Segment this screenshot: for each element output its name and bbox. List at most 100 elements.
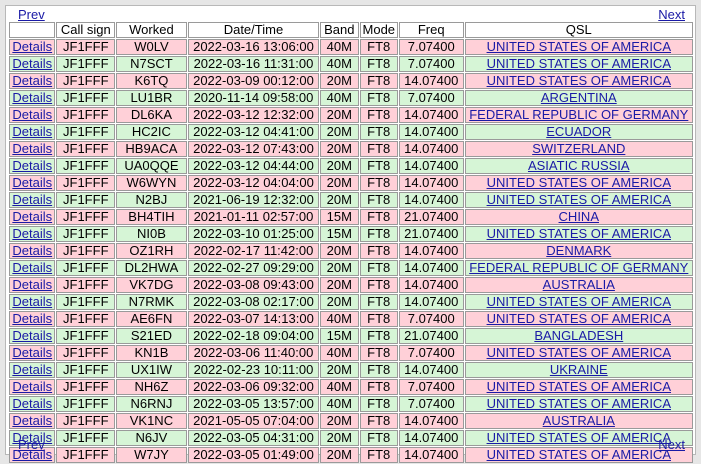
details-link[interactable]: Details — [12, 278, 52, 292]
table-row: Details JF1FFF NH6Z 2022-03-06 09:32:00 40M F… — [9, 379, 693, 395]
band-cell: 40M — [320, 345, 359, 361]
band-cell: 20M — [320, 243, 359, 259]
details-link[interactable]: Details — [12, 40, 52, 54]
details-link[interactable]: Details — [12, 397, 52, 411]
call-sign-cell: JF1FFF — [56, 345, 116, 361]
mode-cell: FT8 — [359, 124, 398, 140]
details-link[interactable]: Details — [12, 295, 52, 309]
details-link[interactable]: Details — [12, 57, 52, 71]
prev-link-bottom[interactable]: Prev — [18, 437, 45, 453]
qsl-link[interactable]: UNITED STATES OF AMERICA — [487, 57, 671, 71]
details-cell: Details — [9, 73, 56, 89]
qsl-link[interactable]: UNITED STATES OF AMERICA — [487, 295, 671, 309]
details-cell: Details — [9, 328, 56, 344]
mode-cell: FT8 — [359, 243, 398, 259]
table-header-row: Call sign Worked Date/Time Band Mode Fre… — [9, 22, 693, 38]
worked-cell: N6RNJ — [116, 396, 187, 412]
call-sign-cell: JF1FFF — [56, 413, 116, 429]
details-link[interactable]: Details — [12, 312, 52, 326]
qsl-link[interactable]: DENMARK — [546, 244, 611, 258]
mode-cell: FT8 — [359, 226, 398, 242]
details-link[interactable]: Details — [12, 227, 52, 241]
band-cell: 20M — [320, 260, 359, 276]
datetime-cell: 2022-03-12 04:41:00 — [187, 124, 320, 140]
header-worked: Worked — [116, 22, 187, 38]
qsl-cell: AUSTRALIA — [464, 277, 693, 293]
call-sign-cell: JF1FFF — [56, 226, 116, 242]
details-link[interactable]: Details — [12, 414, 52, 428]
details-cell: Details — [9, 39, 56, 55]
qsl-cell: UNITED STATES OF AMERICA — [464, 379, 693, 395]
details-link[interactable]: Details — [12, 363, 52, 377]
datetime-cell: 2022-03-05 13:57:00 — [187, 396, 320, 412]
table-row: Details JF1FFF HB9ACA 2022-03-12 07:43:00 20… — [9, 141, 693, 157]
qsl-link[interactable]: UNITED STATES OF AMERICA — [487, 40, 671, 54]
qsl-cell: UNITED STATES OF AMERICA — [464, 396, 693, 412]
qsl-link[interactable]: FEDERAL REPUBLIC OF GERMANY — [469, 108, 688, 122]
worked-cell: UA0QQE — [116, 158, 187, 174]
freq-cell: 14.07400 — [398, 243, 464, 259]
qsl-link[interactable]: UNITED STATES OF AMERICA — [487, 312, 671, 326]
freq-cell: 14.07400 — [398, 175, 464, 191]
qsl-link[interactable]: CHINA — [559, 210, 599, 224]
datetime-cell: 2022-03-12 04:04:00 — [187, 175, 320, 191]
qsl-link[interactable]: AUSTRALIA — [543, 414, 615, 428]
details-link[interactable]: Details — [12, 193, 52, 207]
qsl-link[interactable]: UNITED STATES OF AMERICA — [487, 227, 671, 241]
details-link[interactable]: Details — [12, 125, 52, 139]
call-sign-cell: JF1FFF — [56, 294, 116, 310]
worked-cell: S21ED — [116, 328, 187, 344]
freq-cell: 21.07400 — [398, 226, 464, 242]
worked-cell: DL6KA — [116, 107, 187, 123]
worked-cell: DL2HWA — [116, 260, 187, 276]
qsl-link[interactable]: ARGENTINA — [541, 91, 617, 105]
qsl-link[interactable]: BANGLADESH — [534, 329, 623, 343]
details-link[interactable]: Details — [12, 159, 52, 173]
details-link[interactable]: Details — [12, 210, 52, 224]
details-link[interactable]: Details — [12, 91, 52, 105]
qsl-link[interactable]: UNITED STATES OF AMERICA — [487, 346, 671, 360]
details-link[interactable]: Details — [12, 380, 52, 394]
qsl-link[interactable]: ASIATIC RUSSIA — [528, 159, 630, 173]
call-sign-cell: JF1FFF — [56, 260, 116, 276]
freq-cell: 14.07400 — [398, 107, 464, 123]
qsl-link[interactable]: AUSTRALIA — [543, 278, 615, 292]
mode-cell: FT8 — [359, 311, 398, 327]
worked-cell: HC2IC — [116, 124, 187, 140]
qsl-link[interactable]: FEDERAL REPUBLIC OF GERMANY — [469, 261, 688, 275]
freq-cell: 7.07400 — [398, 345, 464, 361]
qsl-link[interactable]: UNITED STATES OF AMERICA — [487, 74, 671, 88]
next-link-bottom[interactable]: Next — [658, 437, 685, 453]
qsl-link[interactable]: UNITED STATES OF AMERICA — [487, 397, 671, 411]
qsl-cell: UNITED STATES OF AMERICA — [464, 311, 693, 327]
qsl-cell: UNITED STATES OF AMERICA — [464, 56, 693, 72]
qso-log-panel: Prev Next Call sign Worked Date/Time Ban… — [5, 5, 696, 463]
qsl-link[interactable]: SWITZERLAND — [532, 142, 625, 156]
details-link[interactable]: Details — [12, 108, 52, 122]
table-row: Details JF1FFF UX1IW 2022-02-23 10:11:00 20M… — [9, 362, 693, 378]
qsl-link[interactable]: UNITED STATES OF AMERICA — [487, 176, 671, 190]
details-link[interactable]: Details — [12, 142, 52, 156]
call-sign-cell: JF1FFF — [56, 209, 116, 225]
qsl-link[interactable]: UKRAINE — [550, 363, 608, 377]
qsl-link[interactable]: ECUADOR — [546, 125, 611, 139]
details-cell: Details — [9, 226, 56, 242]
details-link[interactable]: Details — [12, 74, 52, 88]
details-link[interactable]: Details — [12, 244, 52, 258]
qsl-cell: UNITED STATES OF AMERICA — [464, 345, 693, 361]
mode-cell: FT8 — [359, 39, 398, 55]
datetime-cell: 2022-03-06 11:40:00 — [187, 345, 320, 361]
mode-cell: FT8 — [359, 396, 398, 412]
freq-cell: 14.07400 — [398, 73, 464, 89]
datetime-cell: 2022-03-16 11:31:00 — [187, 56, 320, 72]
details-link[interactable]: Details — [12, 261, 52, 275]
qsl-link[interactable]: UNITED STATES OF AMERICA — [487, 193, 671, 207]
qsl-link[interactable]: UNITED STATES OF AMERICA — [487, 380, 671, 394]
details-link[interactable]: Details — [12, 346, 52, 360]
table-row: Details JF1FFF N6RNJ 2022-03-05 13:57:00 40M… — [9, 396, 693, 412]
band-cell: 20M — [320, 124, 359, 140]
details-link[interactable]: Details — [12, 329, 52, 343]
details-link[interactable]: Details — [12, 176, 52, 190]
freq-cell: 21.07400 — [398, 328, 464, 344]
freq-cell: 14.07400 — [398, 277, 464, 293]
